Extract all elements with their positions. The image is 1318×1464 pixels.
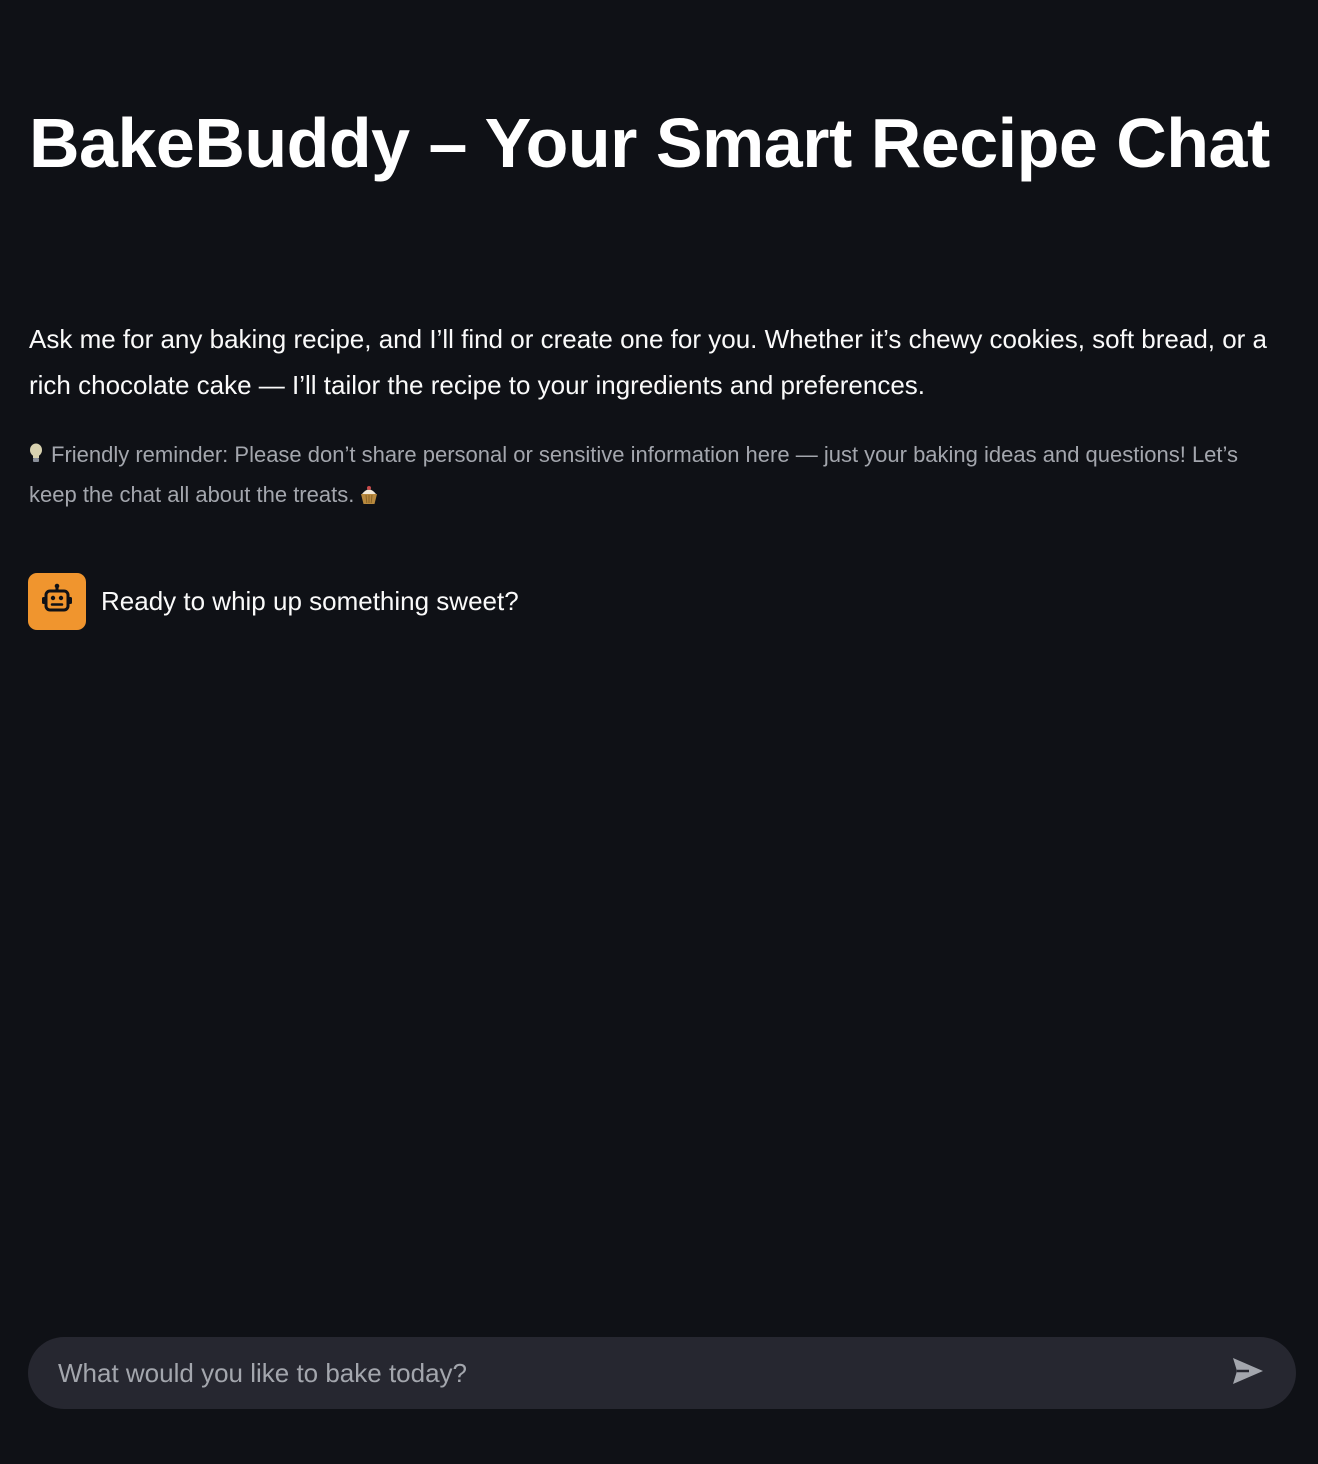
- chat-input-container: [28, 1337, 1296, 1409]
- intro-text: Ask me for any baking recipe, and I’ll f…: [29, 324, 1268, 400]
- chat-input[interactable]: [28, 1337, 1218, 1409]
- lightbulb-icon: [29, 438, 43, 462]
- cupcake-icon: [358, 479, 380, 504]
- chat-message-assistant: Ready to whip up something sweet?: [28, 573, 519, 630]
- reminder-text: Friendly reminder: Please don’t share pe…: [29, 442, 1239, 507]
- reminder-caption: Friendly reminder: Please don’t share pe…: [29, 435, 1291, 515]
- page-title: BakeBuddy – Your Smart Recipe Chat: [29, 104, 1270, 182]
- assistant-message-text: Ready to whip up something sweet?: [101, 586, 519, 616]
- send-icon: [1231, 1356, 1265, 1391]
- assistant-avatar: [28, 573, 86, 630]
- robot-icon: [40, 583, 74, 620]
- send-button[interactable]: [1218, 1343, 1278, 1403]
